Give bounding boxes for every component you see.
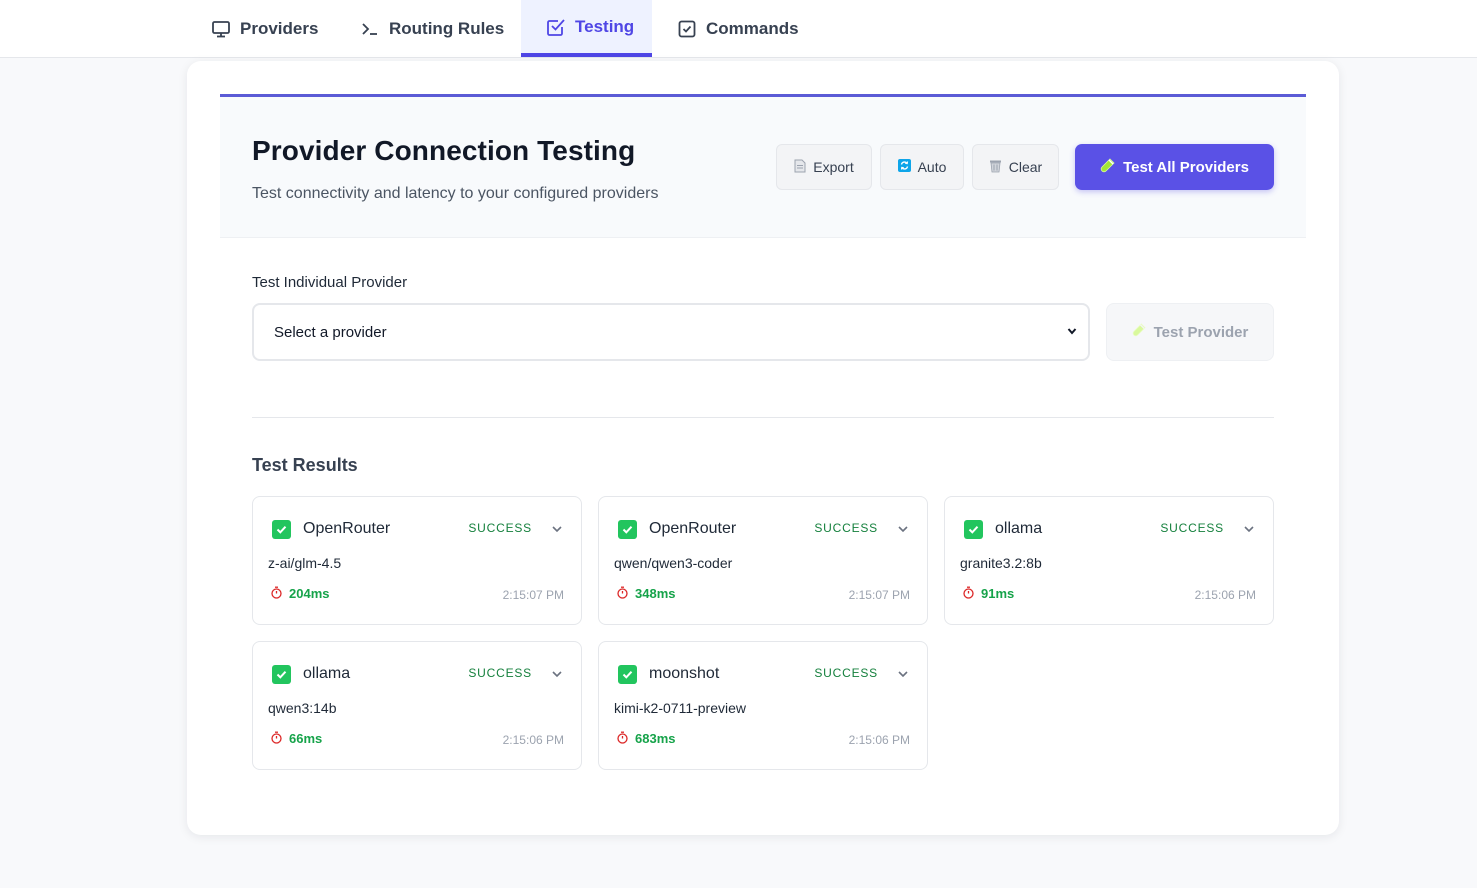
result-card: OpenRouter SUCCESS z-ai/glm-4.5 204ms 2:… xyxy=(252,496,582,625)
checklist-icon xyxy=(546,17,566,37)
monitor-icon xyxy=(211,19,231,39)
success-check-icon xyxy=(618,665,637,684)
testing-panel: Provider Connection Testing Test connect… xyxy=(187,61,1339,835)
result-card: OpenRouter SUCCESS qwen/qwen3-coder 348m… xyxy=(598,496,928,625)
status-badge: SUCCESS xyxy=(468,666,532,680)
result-card: moonshot SUCCESS kimi-k2-0711-preview 68… xyxy=(598,641,928,770)
stopwatch-icon xyxy=(270,731,283,744)
tab-label: Providers xyxy=(240,18,319,38)
result-card: ollama SUCCESS qwen3:14b 66ms 2:15:06 PM xyxy=(252,641,582,770)
test-tube-icon xyxy=(1132,323,1146,341)
status-badge: SUCCESS xyxy=(1160,521,1224,535)
tab-commands[interactable]: Commands xyxy=(677,0,799,57)
status-badge: SUCCESS xyxy=(814,666,878,680)
status-badge: SUCCESS xyxy=(814,521,878,535)
terminal-icon xyxy=(360,19,380,39)
provider-name: OpenRouter xyxy=(303,520,391,537)
chevron-down-icon[interactable] xyxy=(896,667,910,681)
section-divider xyxy=(252,417,1274,418)
success-check-icon xyxy=(272,665,291,684)
export-button[interactable]: Export xyxy=(776,144,872,190)
check-square-icon xyxy=(677,19,697,39)
model-name: z-ai/glm-4.5 xyxy=(268,555,342,571)
page-subtitle: Test connectivity and latency to your co… xyxy=(252,185,659,202)
auto-label: Auto xyxy=(917,159,947,175)
test-all-label: Test All Providers xyxy=(1123,158,1249,176)
test-all-providers-button[interactable]: Test All Providers xyxy=(1075,144,1274,190)
trash-icon xyxy=(989,159,1002,176)
export-label: Export xyxy=(813,159,854,175)
tab-label: Routing Rules xyxy=(389,18,505,38)
stopwatch-icon xyxy=(616,731,629,744)
refresh-icon xyxy=(897,159,911,175)
results-title: Test Results xyxy=(252,455,358,475)
result-card: ollama SUCCESS granite3.2:8b 91ms 2:15:0… xyxy=(944,496,1274,625)
status-badge: SUCCESS xyxy=(468,521,532,535)
provider-select-value: Select a provider xyxy=(274,323,387,341)
model-name: granite3.2:8b xyxy=(960,555,1042,571)
tab-label: Testing xyxy=(575,16,635,36)
tab-providers[interactable]: Providers xyxy=(211,0,318,57)
page-title: Provider Connection Testing xyxy=(252,135,636,166)
provider-name: ollama xyxy=(995,520,1043,537)
chevron-down-icon xyxy=(1066,324,1078,341)
latency-value: 683ms xyxy=(635,731,676,746)
provider-name: ollama xyxy=(303,665,351,682)
individual-provider-label: Test Individual Provider xyxy=(252,274,408,291)
stopwatch-icon xyxy=(616,586,629,599)
chevron-down-icon[interactable] xyxy=(896,522,910,536)
tab-routing-rules[interactable]: Routing Rules xyxy=(360,0,504,57)
clear-button[interactable]: Clear xyxy=(972,144,1059,190)
tab-testing[interactable]: Testing xyxy=(521,0,652,57)
test-tube-icon xyxy=(1100,157,1115,177)
model-name: qwen/qwen3-coder xyxy=(614,555,733,571)
provider-name: OpenRouter xyxy=(649,520,737,537)
latency-value: 91ms xyxy=(981,586,1015,601)
timestamp: 2:15:06 PM xyxy=(1194,588,1256,602)
auto-refresh-button[interactable]: Auto xyxy=(880,144,964,190)
success-check-icon xyxy=(272,520,291,539)
success-check-icon xyxy=(964,520,983,539)
stopwatch-icon xyxy=(962,586,975,599)
timestamp: 2:15:07 PM xyxy=(502,588,564,602)
stopwatch-icon xyxy=(270,586,283,599)
latency-value: 204ms xyxy=(289,586,330,601)
latency-value: 66ms xyxy=(289,731,323,746)
chevron-down-icon[interactable] xyxy=(550,667,564,681)
provider-name: moonshot xyxy=(649,665,720,682)
provider-select[interactable]: Select a provider xyxy=(252,303,1090,361)
clear-label: Clear xyxy=(1008,159,1043,175)
latency-value: 348ms xyxy=(635,586,676,601)
timestamp: 2:15:06 PM xyxy=(502,733,564,747)
test-provider-button[interactable]: Test Provider xyxy=(1106,303,1274,361)
success-check-icon xyxy=(618,520,637,539)
timestamp: 2:15:07 PM xyxy=(848,588,910,602)
chevron-down-icon[interactable] xyxy=(1242,522,1256,536)
test-provider-label: Test Provider xyxy=(1153,323,1249,341)
tab-label: Commands xyxy=(706,18,799,38)
model-name: qwen3:14b xyxy=(268,700,337,716)
top-navigation: Providers Routing Rules Testing Commands xyxy=(0,0,1477,58)
testing-header: Provider Connection Testing Test connect… xyxy=(220,94,1306,238)
timestamp: 2:15:06 PM xyxy=(848,733,910,747)
document-icon xyxy=(794,159,806,176)
model-name: kimi-k2-0711-preview xyxy=(614,700,747,716)
chevron-down-icon[interactable] xyxy=(550,522,564,536)
